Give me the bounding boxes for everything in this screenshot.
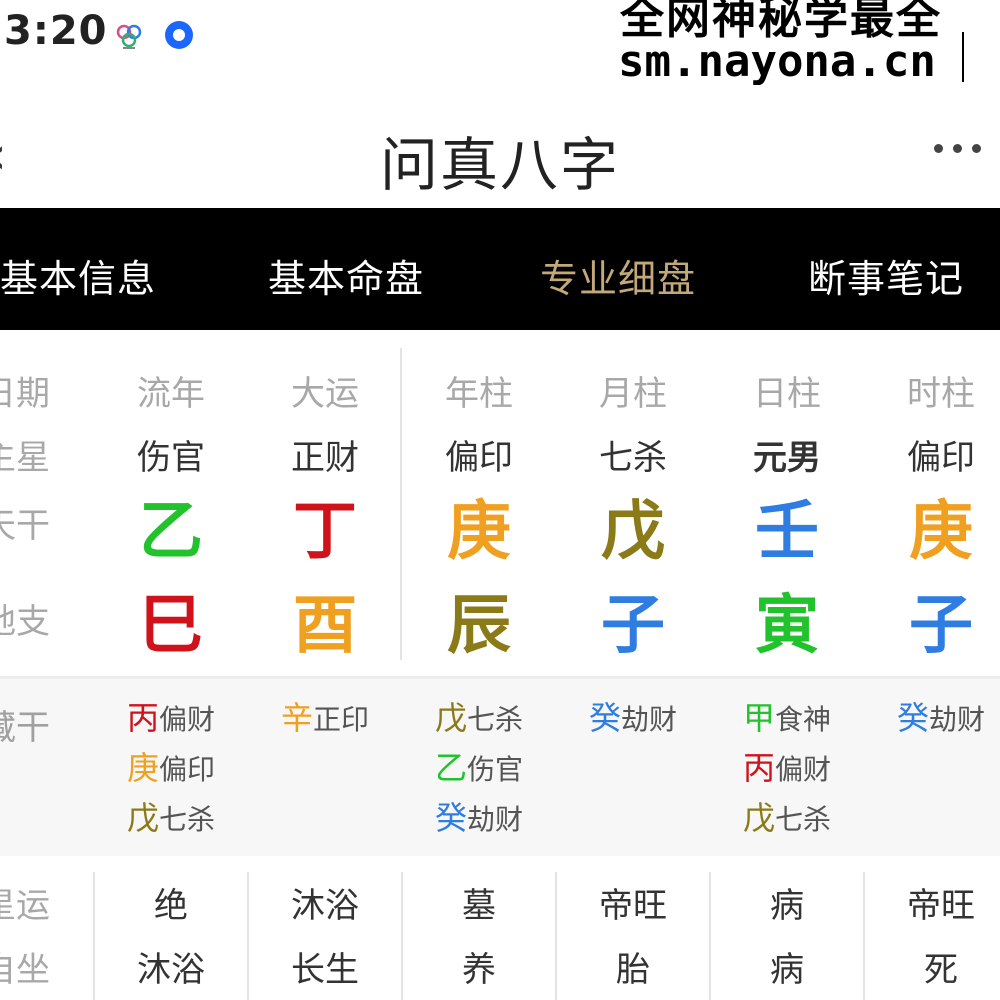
hidden-stem-list: 丙偏财 庚偏印 戊七杀 — [94, 694, 248, 844]
hidden-stem-god: 偏印 — [159, 753, 216, 786]
main-star-value: 偏印 — [907, 438, 975, 478]
hidden-stem-list: 戊七杀 乙伤官 癸劫财 — [402, 694, 556, 844]
hidden-stem-god: 伤官 — [467, 753, 524, 786]
tab-notes[interactable]: 断事笔记 — [808, 248, 964, 303]
hidden-stem-list: 辛正印 — [248, 694, 402, 744]
star-fortune-value: 沐浴 — [291, 886, 359, 926]
column-header: 时柱 — [907, 374, 975, 414]
main-star-value: 偏印 — [445, 438, 513, 478]
earthly-branch-char: 酉 — [293, 589, 357, 663]
hidden-stem-item: 庚偏印 — [94, 744, 248, 794]
hidden-stem-item: 癸劫财 — [402, 794, 556, 844]
hidden-stem-char: 辛 — [280, 699, 313, 737]
hidden-stem-item: 丙偏财 — [94, 694, 248, 744]
hidden-stem-item: 甲食神 — [710, 694, 864, 744]
hidden-stem-char: 戊 — [126, 799, 159, 837]
self-seat-value: 病 — [770, 950, 804, 990]
earthly-branch-char: 巳 — [139, 589, 203, 663]
star-fortune-value: 病 — [770, 886, 804, 926]
hidden-stem-char: 甲 — [742, 699, 775, 737]
page-title: 问真八字 — [379, 131, 620, 199]
hidden-stem-char: 戊 — [434, 699, 467, 737]
earthly-branch-char: 寅 — [755, 589, 819, 663]
hidden-stem-char: 癸 — [896, 699, 929, 737]
self-seat-value: 长生 — [291, 950, 359, 990]
hidden-stem-god: 劫财 — [621, 703, 678, 736]
app-notification-icon — [116, 24, 142, 49]
heavenly-stem-char: 丁 — [293, 495, 357, 569]
hidden-stem-char: 乙 — [434, 749, 467, 787]
hidden-stem-god: 七杀 — [467, 703, 524, 736]
hidden-stem-item: 丙偏财 — [710, 744, 864, 794]
hidden-stem-item: 戊七杀 — [94, 794, 248, 844]
row-label-self-seat: 自坐 — [0, 950, 50, 990]
text-cursor — [962, 32, 964, 82]
hidden-stem-item: 癸劫财 — [864, 694, 1000, 744]
hidden-stem-item: 戊七杀 — [402, 694, 556, 744]
row-label-earthly-branch: 地支 — [0, 602, 50, 642]
hidden-stem-char: 戊 — [742, 799, 775, 837]
column-header: 大运 — [291, 374, 359, 414]
hidden-stem-god: 七杀 — [159, 803, 216, 836]
hidden-stem-list: 癸劫财 — [556, 694, 710, 744]
self-seat-value: 死 — [924, 950, 958, 990]
hidden-stem-char: 丙 — [742, 749, 775, 787]
column-header: 日柱 — [753, 374, 821, 414]
hidden-stem-item: 癸劫财 — [556, 694, 710, 744]
hidden-stem-god: 七杀 — [775, 803, 832, 836]
earthly-branch-char: 子 — [909, 589, 973, 663]
row-label-hidden-stem: 藏干 — [0, 708, 50, 748]
heavenly-stem-char: 庚 — [909, 495, 973, 569]
tab-professional-chart[interactable]: 专业细盘 — [540, 248, 696, 303]
status-time: 3:20 — [4, 8, 108, 54]
earthly-branch-char: 辰 — [447, 589, 511, 663]
hidden-stem-god: 食神 — [775, 703, 832, 736]
self-seat-value: 沐浴 — [137, 950, 205, 990]
hidden-stem-god: 劫财 — [467, 803, 524, 836]
tab-bar: 基本信息 基本命盘 专业细盘 断事笔记 — [0, 208, 1000, 330]
main-star-value: 正财 — [291, 438, 359, 478]
hidden-stem-god: 正印 — [313, 703, 370, 736]
main-star-value: 元男 — [753, 438, 821, 478]
hidden-stem-item: 乙伤官 — [402, 744, 556, 794]
heavenly-stem-char: 庚 — [447, 495, 511, 569]
column-header: 月柱 — [599, 374, 667, 414]
star-fortune-value: 墓 — [462, 886, 496, 926]
self-seat-value: 胎 — [616, 950, 650, 990]
hidden-stem-char: 癸 — [434, 799, 467, 837]
hidden-stem-char: 癸 — [588, 699, 621, 737]
more-options-icon[interactable] — [934, 140, 982, 156]
earthly-branch-char: 子 — [601, 589, 665, 663]
row-label-star-fortune: 星运 — [0, 886, 50, 926]
heavenly-stem-char: 戊 — [601, 495, 665, 569]
self-seat-value: 养 — [462, 950, 496, 990]
hidden-stem-god: 劫财 — [929, 703, 986, 736]
tab-basic-chart[interactable]: 基本命盘 — [268, 248, 424, 303]
watermark-url: sm.nayona.cn — [618, 36, 936, 87]
row-label-main-star: 主星 — [0, 438, 50, 478]
main-star-value: 七杀 — [599, 438, 667, 478]
hidden-stem-char: 庚 — [126, 749, 159, 787]
heavenly-stem-char: 壬 — [755, 495, 819, 569]
section-divider — [0, 676, 1000, 679]
hidden-stem-item: 辛正印 — [248, 694, 402, 744]
star-fortune-value: 帝旺 — [907, 886, 975, 926]
hidden-stem-god: 偏财 — [159, 703, 216, 736]
star-fortune-value: 帝旺 — [599, 886, 667, 926]
column-header: 年柱 — [445, 374, 513, 414]
column-header: 流年 — [137, 374, 205, 414]
row-label-date: 日期 — [0, 374, 50, 414]
browser-notification-icon — [165, 21, 193, 49]
hidden-stem-god: 偏财 — [775, 753, 832, 786]
star-fortune-value: 绝 — [154, 886, 188, 926]
hidden-stem-list: 癸劫财 — [864, 694, 1000, 744]
hidden-stem-list: 甲食神 丙偏财 戊七杀 — [710, 694, 864, 844]
heavenly-stem-char: 乙 — [139, 495, 203, 569]
row-label-heavenly-stem: 天干 — [0, 506, 50, 546]
main-star-value: 伤官 — [137, 438, 205, 478]
hidden-stem-item: 戊七杀 — [710, 794, 864, 844]
hidden-stem-char: 丙 — [126, 699, 159, 737]
tab-basic-info[interactable]: 基本信息 — [0, 248, 156, 303]
